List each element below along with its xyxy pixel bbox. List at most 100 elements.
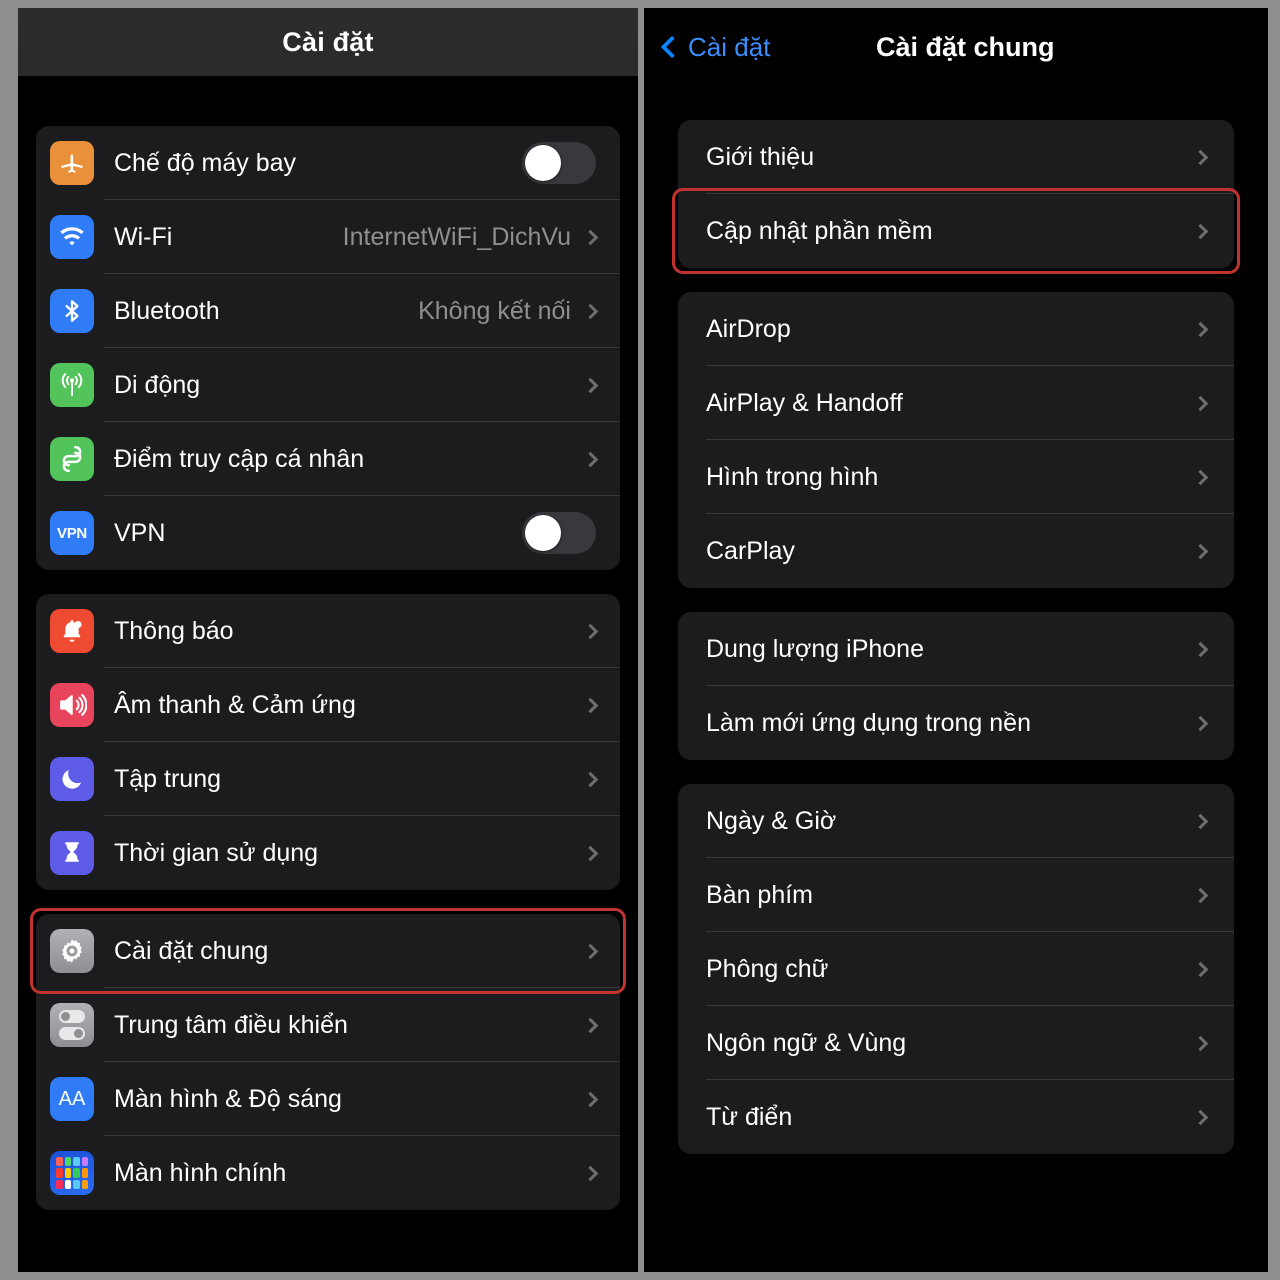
list-item[interactable]: Trung tâm điều khiển	[36, 988, 620, 1062]
chevron-right-icon	[582, 697, 599, 713]
screenshot-frame: Cài đặt Chế độ máy bay Wi-Fi InternetWiFi_…	[0, 0, 1280, 1280]
chevron-right-icon	[582, 1017, 599, 1033]
cellular-icon	[50, 363, 94, 407]
chevron-right-icon	[582, 771, 599, 787]
toggle-switch[interactable]	[522, 512, 596, 554]
list-item-label: Màn hình & Độ sáng	[114, 1084, 342, 1113]
list-item-label: Làm mới ứng dụng trong nền	[706, 708, 1031, 737]
list-item[interactable]: Thời gian sử dụng	[36, 816, 620, 890]
list-item-label: Phông chữ	[706, 954, 829, 983]
list-item-value: InternetWiFi_DichVu	[342, 222, 571, 251]
list-item-label: Hình trong hình	[706, 462, 879, 491]
list-item-value: Không kết nối	[418, 296, 571, 325]
chevron-right-icon	[582, 303, 599, 319]
moon-icon	[50, 757, 94, 801]
left-content: Chế độ máy bay Wi-Fi InternetWiFi_DichVu Bl…	[18, 76, 638, 1210]
chevron-right-icon	[582, 229, 599, 245]
list-item[interactable]: Ngôn ngữ & Vùng	[678, 1006, 1234, 1080]
home-screen-icon	[50, 1151, 94, 1195]
page-title: Cài đặt	[282, 26, 374, 57]
settings-group: Dung lượng iPhone Làm mới ứng dụng trong …	[678, 612, 1234, 760]
list-item[interactable]: AirDrop	[678, 292, 1234, 366]
back-button[interactable]: Cài đặt	[660, 32, 770, 63]
list-item[interactable]: Dung lượng iPhone	[678, 612, 1234, 686]
list-item[interactable]: VPN VPN	[36, 496, 620, 570]
list-item[interactable]: Hình trong hình	[678, 440, 1234, 514]
page-title: Cài đặt chung	[876, 31, 1055, 62]
settings-group: Cài đặt chung Trung tâm điều khiển AA Màn h…	[36, 914, 620, 1210]
vpn-icon: VPN	[50, 511, 94, 555]
list-item[interactable]: Làm mới ứng dụng trong nền	[678, 686, 1234, 760]
list-item-label: Điểm truy cập cá nhân	[114, 444, 365, 473]
list-item-label: Thông báo	[114, 616, 234, 645]
list-item[interactable]: Phông chữ	[678, 932, 1234, 1006]
list-item-label: Từ điển	[706, 1102, 793, 1131]
chevron-right-icon	[1192, 961, 1209, 977]
chevron-right-icon	[1192, 469, 1209, 485]
chevron-right-icon	[582, 1165, 599, 1181]
bluetooth-icon	[50, 289, 94, 333]
list-item[interactable]: Giới thiệu	[678, 120, 1234, 194]
settings-panel: Cài đặt Chế độ máy bay Wi-Fi InternetWiFi_…	[18, 8, 638, 1272]
list-item-label: VPN	[114, 518, 166, 547]
chevron-right-icon	[1192, 149, 1209, 165]
toggle-knob	[525, 145, 561, 181]
right-nav-bar: Cài đặt Cài đặt chung	[644, 8, 1268, 86]
left-nav-bar: Cài đặt	[18, 8, 638, 76]
list-item[interactable]: Bàn phím	[678, 858, 1234, 932]
chevron-right-icon	[582, 943, 599, 959]
settings-group: Giới thiệu Cập nhật phần mềm	[678, 120, 1234, 268]
chevron-right-icon	[1192, 1035, 1209, 1051]
list-item-label: Tập trung	[114, 764, 222, 793]
gear-icon	[50, 929, 94, 973]
list-item[interactable]: Âm thanh & Cảm ứng	[36, 668, 620, 742]
list-item-label: Màn hình chính	[114, 1158, 287, 1187]
list-item-label: Bluetooth	[114, 296, 220, 325]
chevron-right-icon	[582, 623, 599, 639]
list-item[interactable]: AA Màn hình & Độ sáng	[36, 1062, 620, 1136]
list-item[interactable]: CarPlay	[678, 514, 1234, 588]
right-content: Giới thiệu Cập nhật phần mềm AirDrop AirPla…	[644, 86, 1268, 1154]
toggle-knob	[525, 515, 561, 551]
chevron-right-icon	[1192, 715, 1209, 731]
list-item[interactable]: Điểm truy cập cá nhân	[36, 422, 620, 496]
chevron-right-icon	[1192, 641, 1209, 657]
speaker-icon	[50, 683, 94, 727]
list-item[interactable]: Cập nhật phần mềm	[678, 194, 1234, 268]
list-item[interactable]: Cài đặt chung	[36, 914, 620, 988]
list-item[interactable]: Chế độ máy bay	[36, 126, 620, 200]
chevron-right-icon	[1192, 543, 1209, 559]
chevron-right-icon	[1192, 321, 1209, 337]
display-aa-icon: AA	[50, 1077, 94, 1121]
settings-group: Chế độ máy bay Wi-Fi InternetWiFi_DichVu Bl…	[36, 126, 620, 570]
list-item[interactable]: AirPlay & Handoff	[678, 366, 1234, 440]
list-item-label: CarPlay	[706, 536, 795, 565]
list-item[interactable]: Di động	[36, 348, 620, 422]
chevron-right-icon	[1192, 395, 1209, 411]
list-item-label: Âm thanh & Cảm ứng	[114, 690, 356, 719]
list-item-label: Di động	[114, 370, 201, 399]
settings-group: Thông báo Âm thanh & Cảm ứng Tập trung Thời…	[36, 594, 620, 890]
list-item-label: Bàn phím	[706, 880, 814, 909]
chevron-right-icon	[1192, 1109, 1209, 1125]
airplane-icon	[50, 141, 94, 185]
hourglass-icon	[50, 831, 94, 875]
list-item[interactable]: Thông báo	[36, 594, 620, 668]
list-item[interactable]: Bluetooth Không kết nối	[36, 274, 620, 348]
toggle-switch[interactable]	[522, 142, 596, 184]
list-item[interactable]: Ngày & Giờ	[678, 784, 1234, 858]
chevron-right-icon	[1192, 887, 1209, 903]
list-item-label: Ngôn ngữ & Vùng	[706, 1028, 907, 1057]
list-item-label: Cài đặt chung	[114, 936, 269, 965]
chevron-right-icon	[582, 377, 599, 393]
list-item-label: Thời gian sử dụng	[114, 838, 319, 867]
list-item[interactable]: Từ điển	[678, 1080, 1234, 1154]
list-item-label: AirDrop	[706, 314, 791, 343]
chevron-right-icon	[582, 1091, 599, 1107]
list-item[interactable]: Tập trung	[36, 742, 620, 816]
list-item[interactable]: Wi-Fi InternetWiFi_DichVu	[36, 200, 620, 274]
bell-icon	[50, 609, 94, 653]
list-item[interactable]: Màn hình chính	[36, 1136, 620, 1210]
chevron-right-icon	[582, 451, 599, 467]
chevron-left-icon	[660, 35, 684, 59]
